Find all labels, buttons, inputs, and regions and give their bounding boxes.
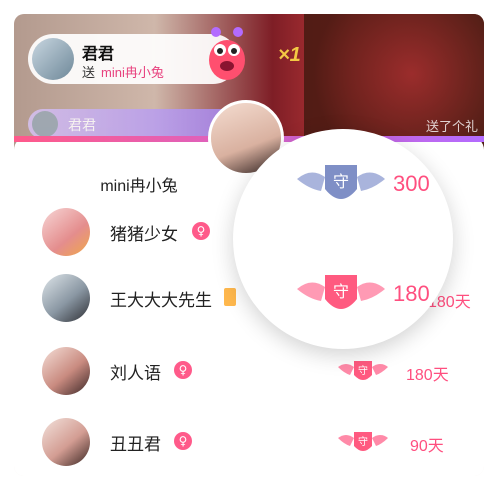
guardian-name: 王大大大先生 bbox=[110, 291, 212, 310]
svg-text:守: 守 bbox=[358, 364, 368, 377]
guardian-name: 猪猪少女 bbox=[110, 225, 178, 244]
gift-combo-count: ×1 bbox=[278, 44, 301, 66]
female-icon: ♀ bbox=[174, 361, 192, 379]
avatar[interactable] bbox=[32, 111, 58, 137]
guardian-row[interactable]: 刘人语 ♀ 守 180天 bbox=[14, 341, 484, 401]
avatar[interactable] bbox=[42, 347, 90, 395]
avatar[interactable] bbox=[32, 38, 74, 80]
secondary-hint: 送了个礼 bbox=[425, 119, 478, 134]
guardian-days: 90天 bbox=[410, 438, 444, 455]
gift-recipient: mini冉小兔 bbox=[101, 65, 164, 80]
pink-guardian-badge-icon: 守 bbox=[297, 275, 385, 309]
panel-title: mini冉小兔 bbox=[100, 178, 178, 195]
guardian-name: 丑丑君 bbox=[110, 435, 161, 454]
svg-text:守: 守 bbox=[358, 435, 368, 448]
magnifier-callout: 守 300 守 180 bbox=[233, 129, 453, 349]
gift-action: 送 bbox=[82, 65, 96, 80]
magnified-days: 300 bbox=[393, 171, 430, 196]
guardian-row[interactable]: 丑丑君 ♀ 守 90天 bbox=[14, 412, 484, 472]
badge-label: 守 bbox=[333, 172, 349, 191]
badge-label: 守 bbox=[333, 282, 349, 301]
level-icon bbox=[224, 288, 236, 306]
secondary-sender-name: 君君 bbox=[68, 117, 96, 133]
app-frame: 君君 送mini冉小兔 ×1 君君 送了个礼 mini冉小兔 猪猪少女 ♀ 天 … bbox=[14, 14, 484, 476]
magnified-days: 180 bbox=[393, 281, 430, 306]
gift-description: 送 mini冉小兔 bbox=[82, 62, 164, 81]
gift-sender-name: 君君 bbox=[82, 46, 115, 63]
guardian-name: 刘人语 bbox=[110, 364, 161, 383]
gift-mascot-icon bbox=[209, 27, 245, 80]
avatar[interactable] bbox=[42, 418, 90, 466]
guardian-badge-icon: 守 bbox=[338, 361, 388, 380]
female-icon: ♀ bbox=[192, 222, 210, 240]
guardian-days: 180天 bbox=[406, 367, 449, 384]
silver-guardian-badge-icon: 守 bbox=[297, 165, 385, 199]
avatar[interactable] bbox=[42, 208, 90, 256]
guardian-badge-icon: 守 bbox=[338, 432, 388, 451]
female-icon: ♀ bbox=[174, 432, 192, 450]
avatar[interactable] bbox=[42, 274, 90, 322]
